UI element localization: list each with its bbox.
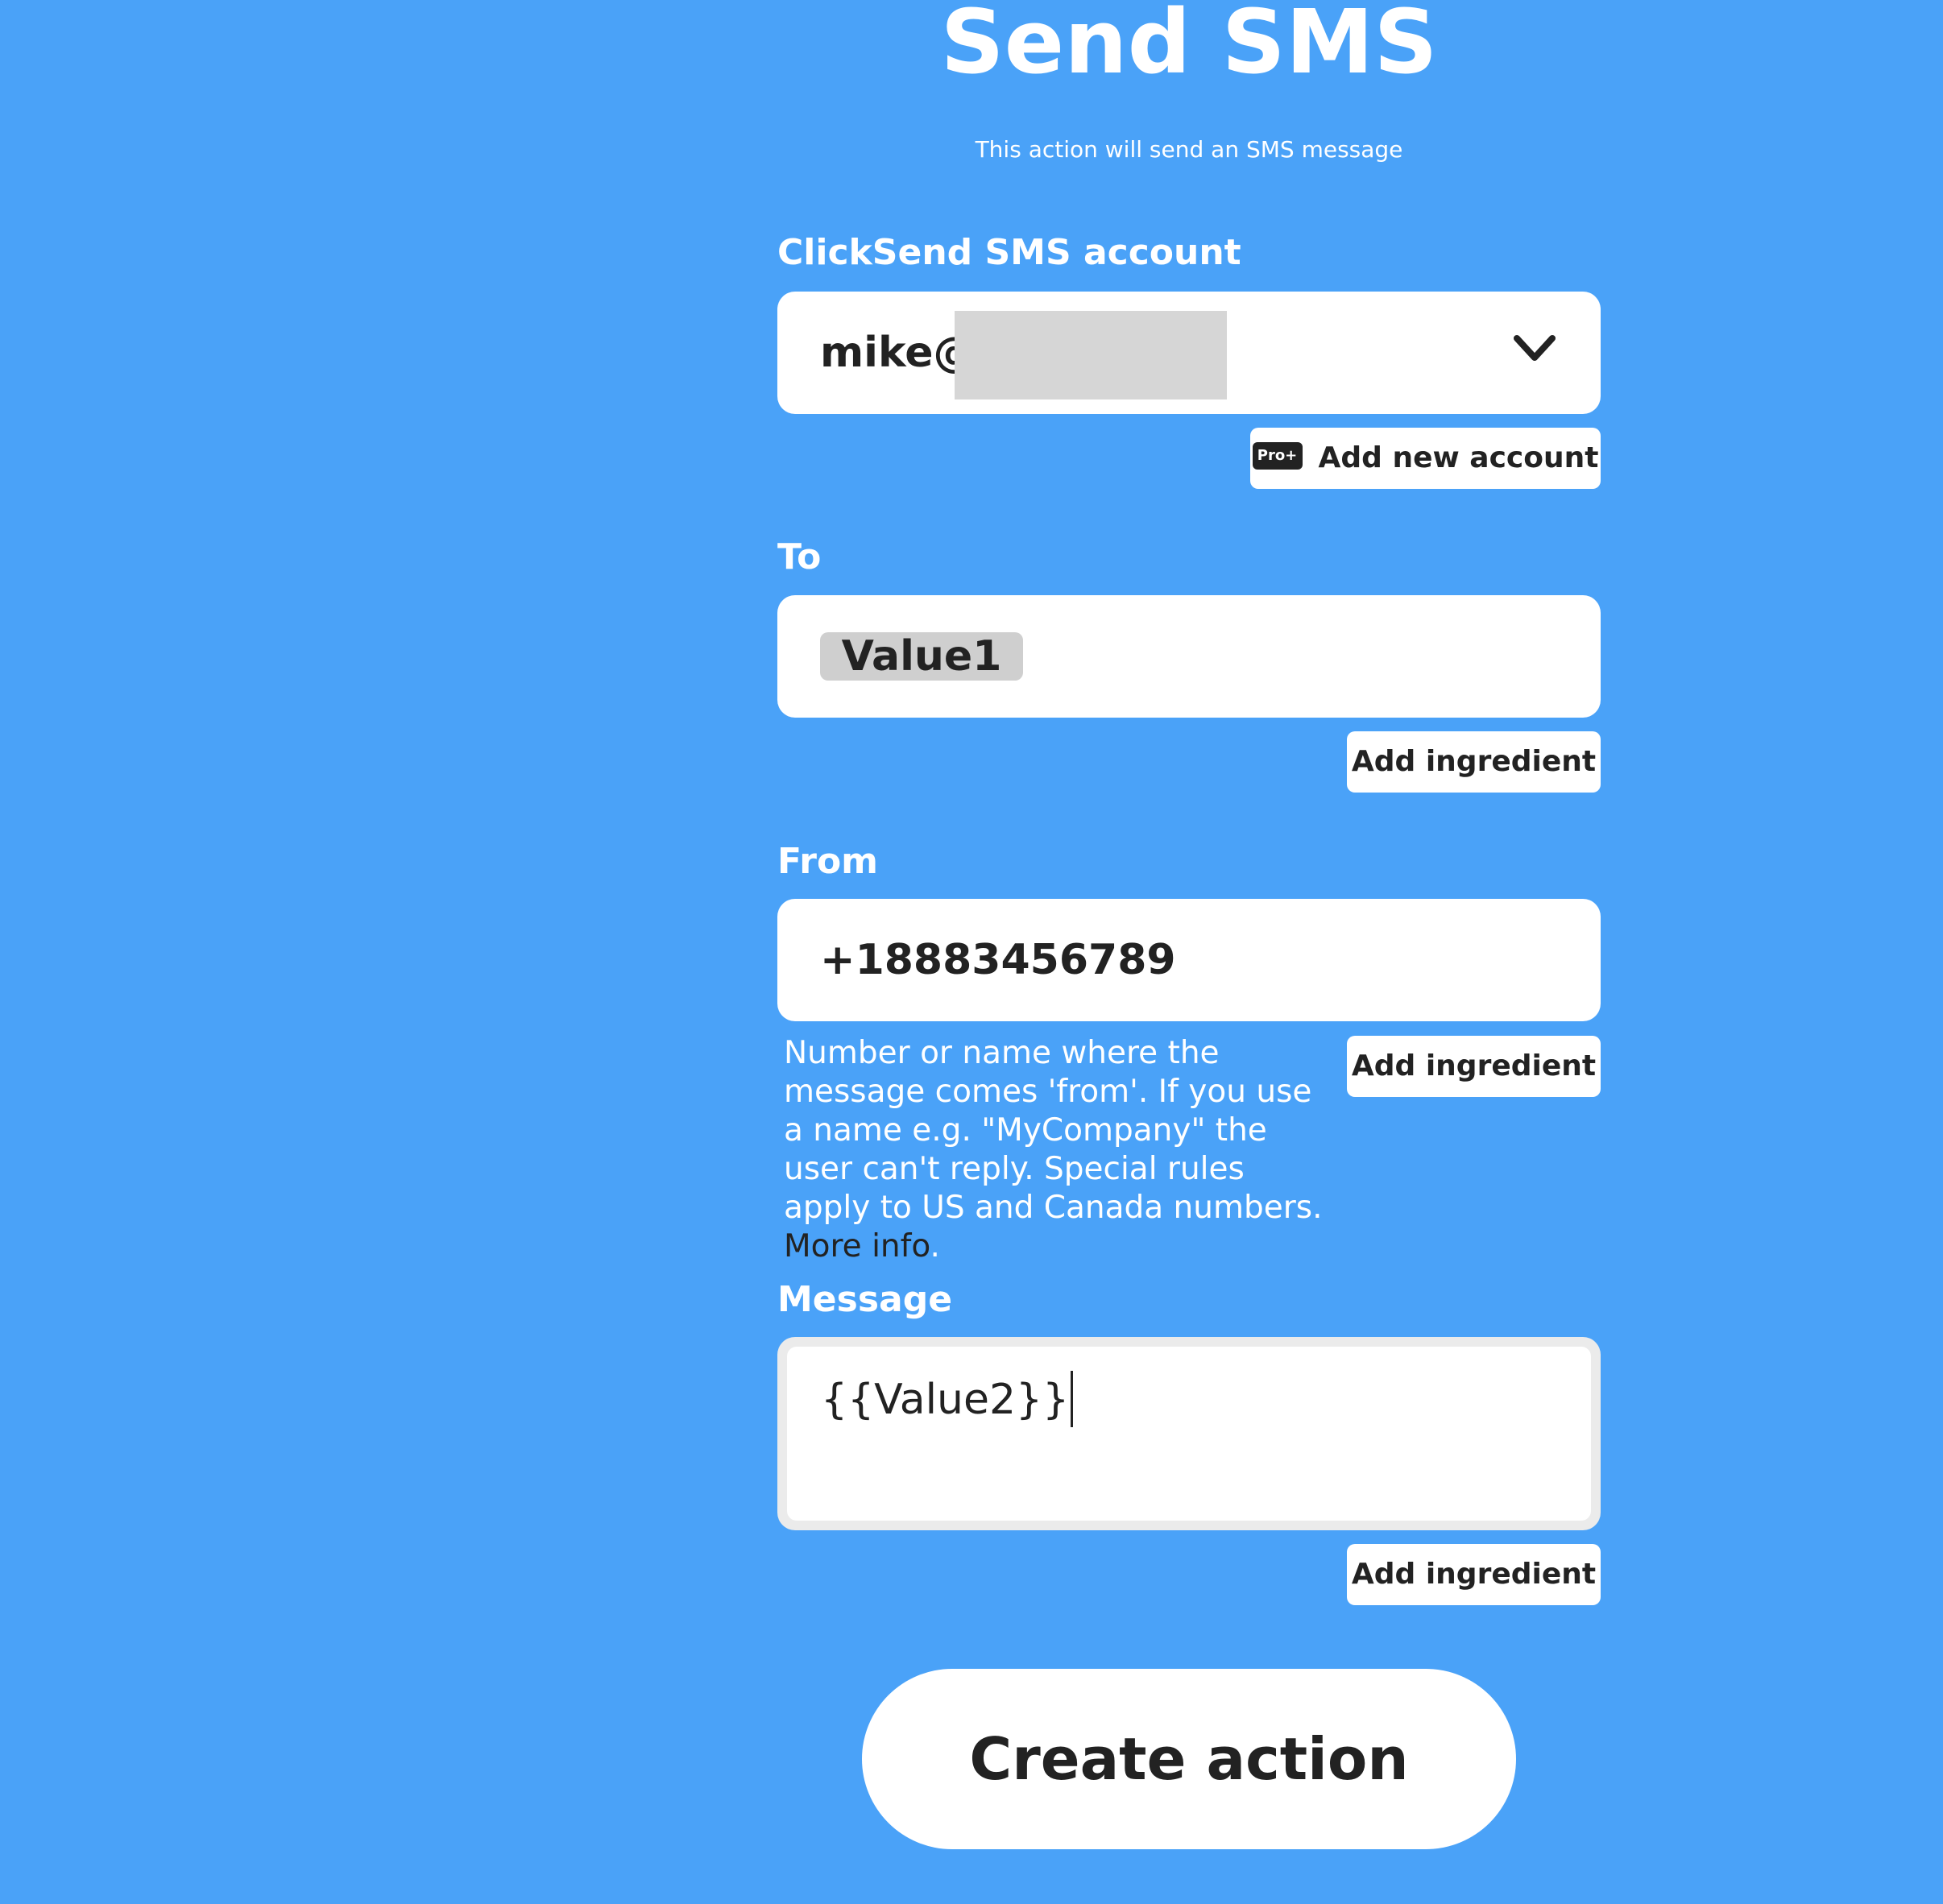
from-helper-text: Number or name where the message comes '… xyxy=(784,1034,1332,1266)
create-action-button[interactable]: Create action xyxy=(862,1669,1516,1849)
more-info-link[interactable]: More info xyxy=(784,1228,930,1265)
to-field[interactable]: Value1 xyxy=(777,595,1601,718)
message-textarea-inner[interactable]: {{Value2}} xyxy=(787,1347,1591,1521)
from-add-ingredient-button[interactable]: Add ingredient xyxy=(1347,1036,1601,1097)
account-label: ClickSend SMS account xyxy=(777,232,1241,273)
redacted-area xyxy=(955,311,1227,399)
from-helper-body: Number or name where the message comes '… xyxy=(784,1035,1323,1226)
message-text: {{Value2}} xyxy=(821,1371,1074,1430)
message-textarea[interactable]: {{Value2}} xyxy=(777,1337,1601,1530)
from-helper-period: . xyxy=(930,1228,940,1265)
from-field[interactable]: +18883456789 xyxy=(777,899,1601,1021)
page-title: Send SMS xyxy=(940,0,1438,93)
message-add-ingredient-button[interactable]: Add ingredient xyxy=(1347,1544,1601,1605)
text-cursor xyxy=(1071,1371,1074,1427)
add-new-account-button[interactable]: Pro+ Add new account xyxy=(1250,428,1601,489)
from-label: From xyxy=(777,841,879,882)
pro-plus-badge: Pro+ xyxy=(1252,442,1303,470)
to-add-ingredient-button[interactable]: Add ingredient xyxy=(1347,731,1601,793)
add-new-account-label: Add new account xyxy=(1318,441,1599,474)
account-select[interactable]: mike@ xyxy=(777,292,1601,414)
page-subtitle: This action will send an SMS message xyxy=(975,136,1403,163)
ingredient-chip[interactable]: Value1 xyxy=(820,632,1023,681)
chevron-down-icon xyxy=(1514,335,1556,361)
message-label: Message xyxy=(777,1279,953,1320)
account-selected-value: mike@ xyxy=(820,329,976,377)
to-label: To xyxy=(777,536,822,577)
from-field-value: +18883456789 xyxy=(820,936,1176,984)
message-value: {{Value2}} xyxy=(821,1376,1070,1424)
